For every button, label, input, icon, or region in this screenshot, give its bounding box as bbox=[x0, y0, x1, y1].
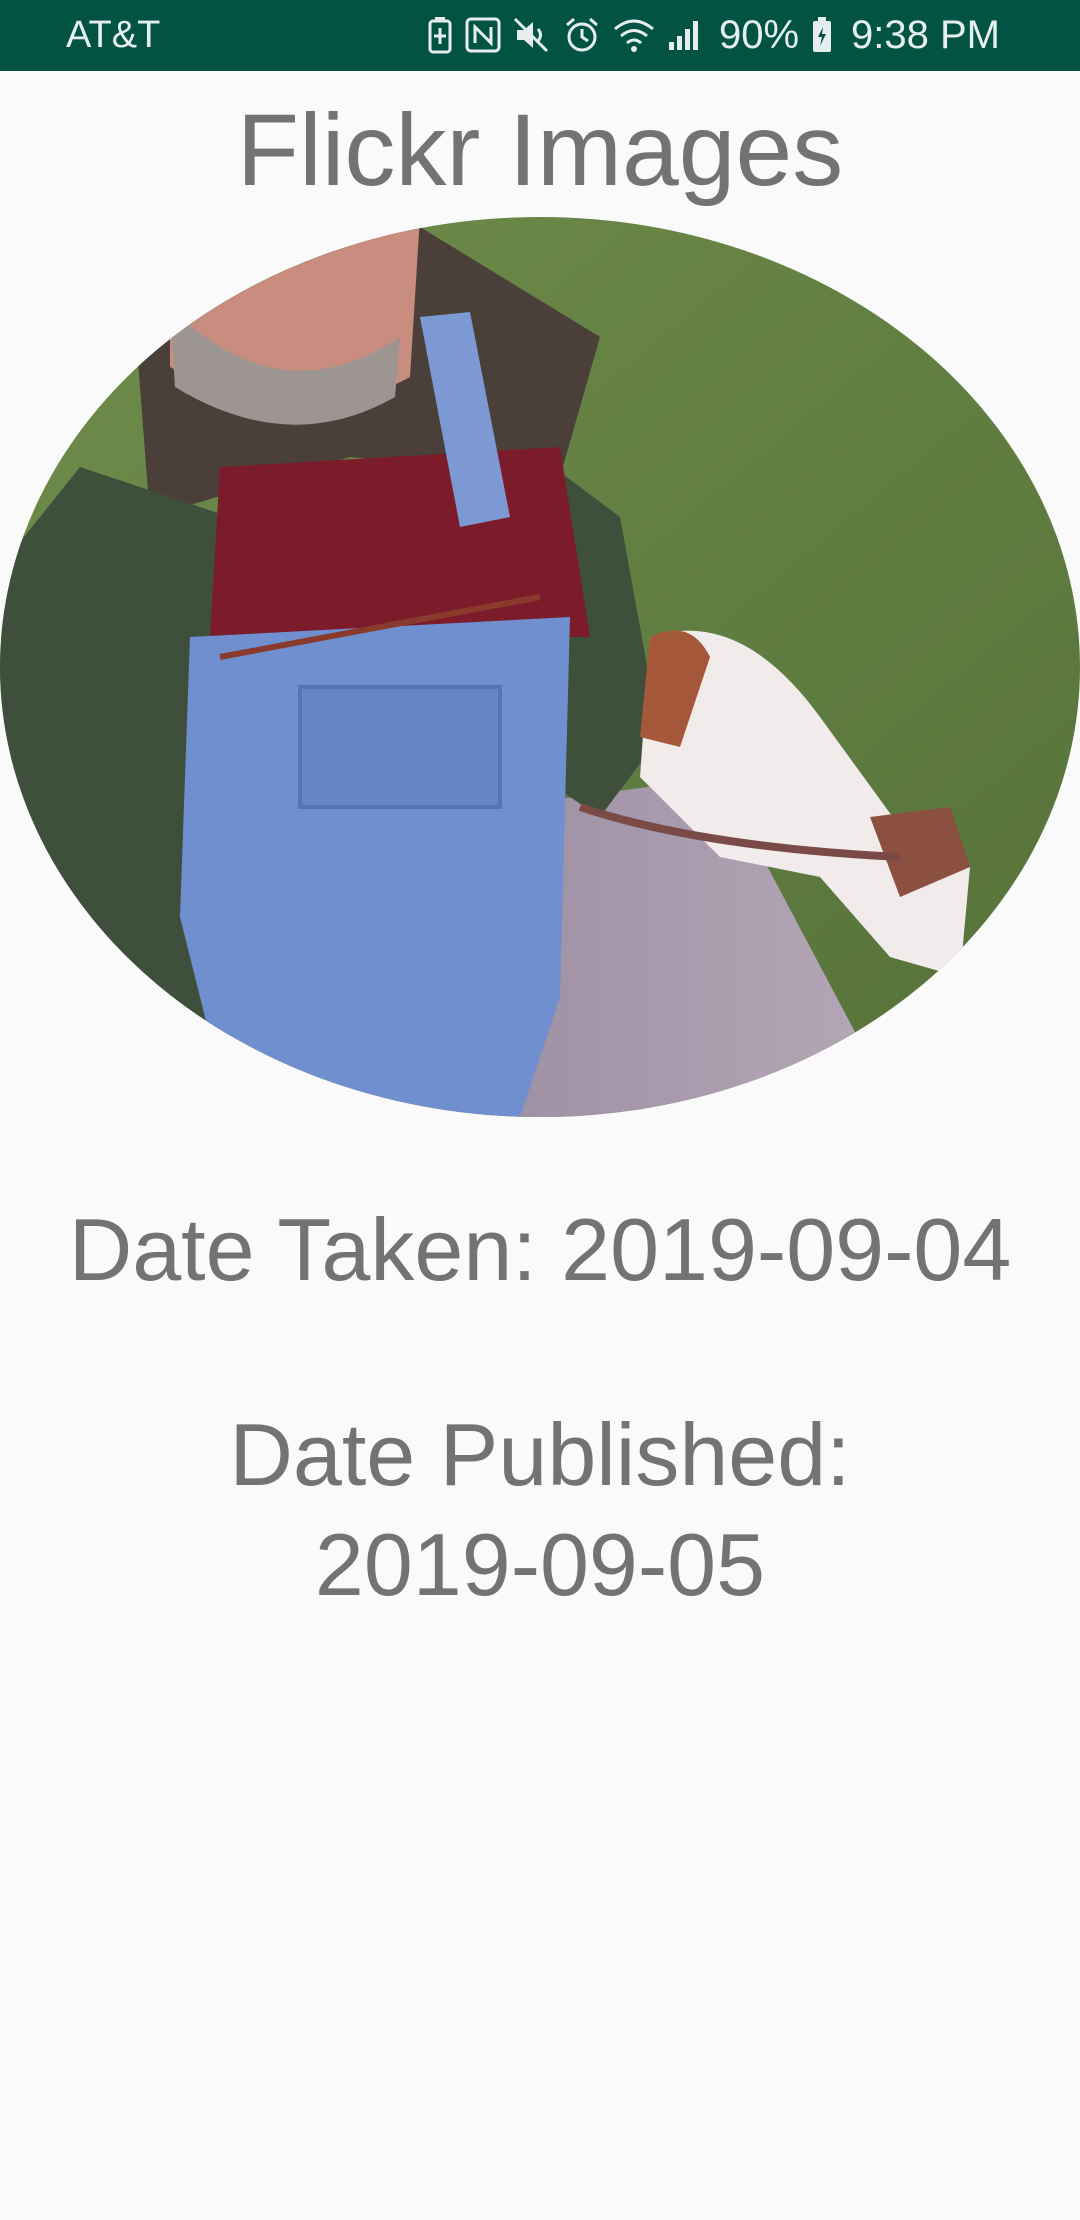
date-published: Date Published: 2019-09-05 bbox=[0, 1400, 1080, 1620]
clock: 9:38 PM bbox=[851, 12, 1000, 57]
date-published-value: 2019-09-05 bbox=[314, 1515, 766, 1614]
battery-percent: 90% bbox=[718, 12, 800, 57]
status-bar: AT&T 90% 9:38 PM bbox=[0, 0, 1080, 71]
carrier-label: AT&T bbox=[66, 14, 161, 56]
alarm-icon bbox=[563, 16, 601, 54]
signal-icon bbox=[667, 18, 703, 52]
battery-icon bbox=[811, 16, 833, 54]
date-taken-label: Date Taken: 2019-09-04 bbox=[68, 1200, 1012, 1299]
nfc-icon bbox=[465, 17, 501, 53]
wifi-icon bbox=[613, 17, 655, 53]
page-title: Flickr Images bbox=[236, 93, 844, 207]
flickr-photo[interactable] bbox=[0, 217, 1080, 1117]
date-published-label: Date Published: bbox=[229, 1405, 851, 1504]
mute-icon bbox=[513, 17, 551, 53]
battery-saver-icon bbox=[427, 16, 453, 54]
status-icons: 90% 9:38 PM bbox=[427, 10, 1000, 60]
